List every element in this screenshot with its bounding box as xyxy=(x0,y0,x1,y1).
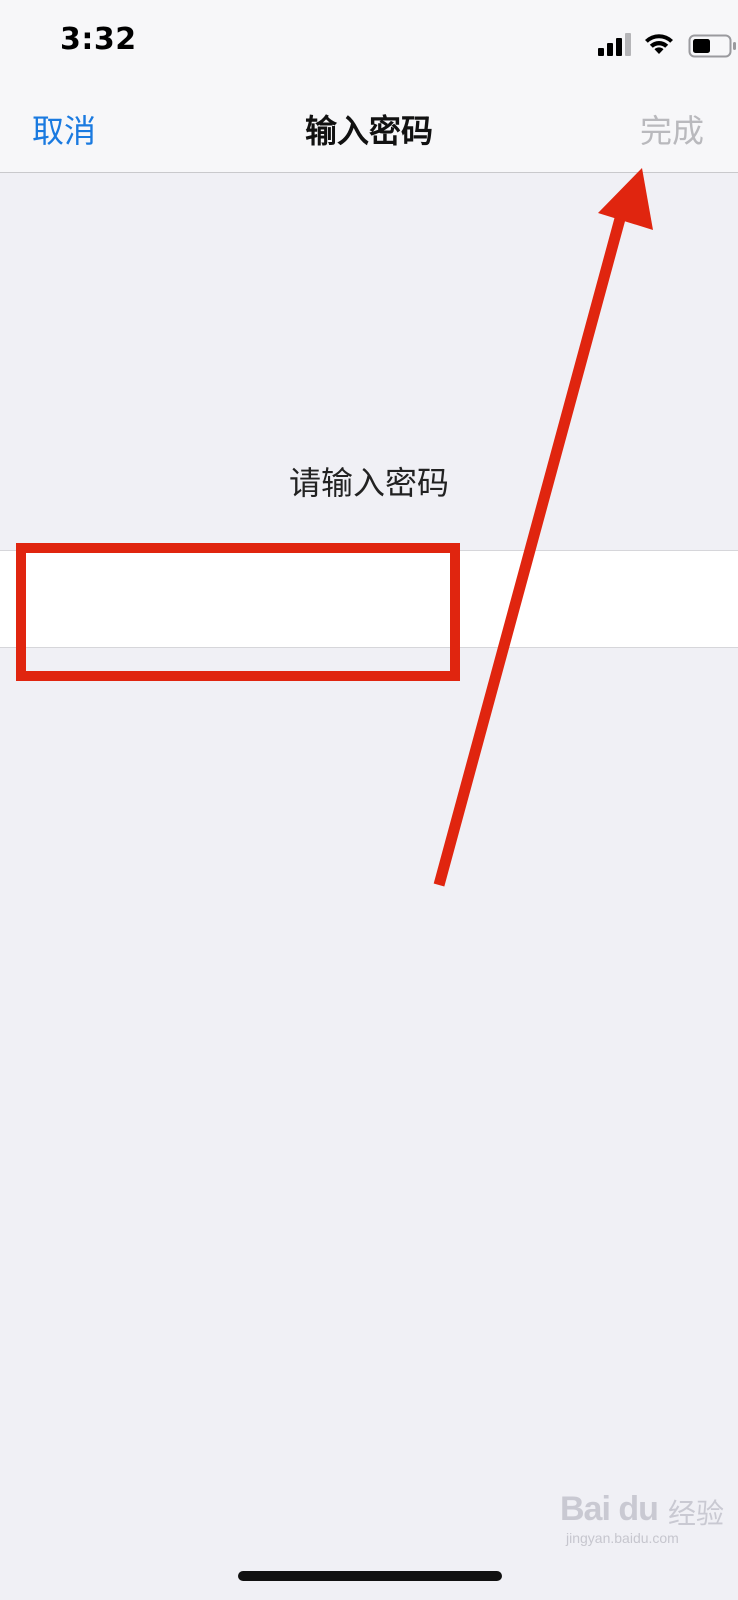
password-prompt-label: 请输入密码 xyxy=(288,464,449,502)
battery-icon xyxy=(688,34,736,58)
cellular-signal-icon xyxy=(598,33,631,56)
watermark-logo: Bai du xyxy=(560,1490,659,1528)
annotation-arrow xyxy=(433,168,653,887)
watermark-url: jingyan.baidu.com xyxy=(566,1530,679,1546)
wifi-icon xyxy=(645,34,673,54)
page-title: 输入密码 xyxy=(304,112,433,150)
annotation-arrow-head xyxy=(598,168,653,230)
cancel-button[interactable]: 取消 xyxy=(32,106,96,152)
status-time: 3:32 xyxy=(60,22,137,57)
done-button[interactable]: 完成 xyxy=(640,106,704,152)
navigation-bar: 3:32 取消 输入密码 完成 xyxy=(0,0,738,173)
watermark-logo-cn: 经验 xyxy=(668,1497,725,1530)
watermark: Bai du 经验 jingyan.baidu.com xyxy=(560,1490,730,1550)
status-icons xyxy=(598,32,736,58)
home-indicator xyxy=(238,1571,502,1581)
password-field-row xyxy=(0,550,738,649)
password-input[interactable] xyxy=(30,551,714,649)
